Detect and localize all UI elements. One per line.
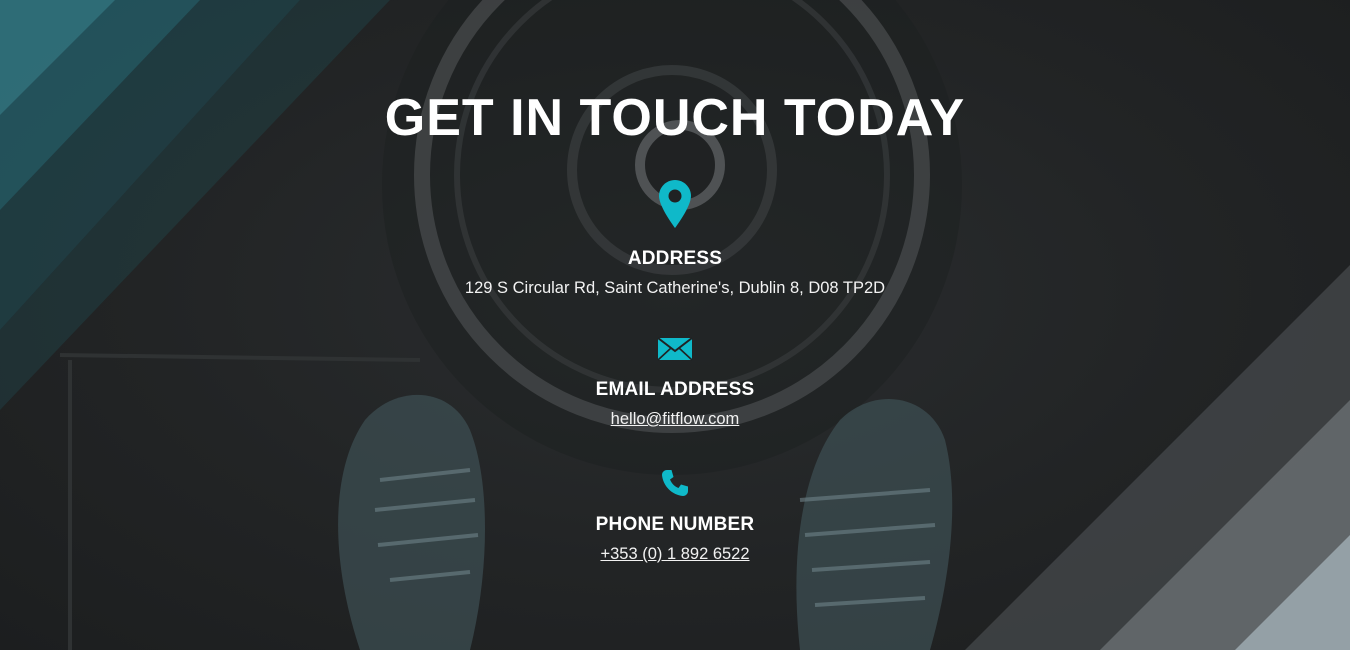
contact-hero: GET IN TOUCH TODAY ADDRESS 129 S Circula… — [0, 0, 1350, 650]
phone-link[interactable]: +353 (0) 1 892 6522 — [0, 543, 1350, 565]
contact-content: GET IN TOUCH TODAY ADDRESS 129 S Circula… — [0, 0, 1350, 650]
map-pin-icon — [659, 180, 691, 228]
page-title: GET IN TOUCH TODAY — [384, 89, 966, 147]
address-label: ADDRESS — [627, 248, 723, 269]
phone-label: PHONE NUMBER — [595, 514, 755, 535]
address-block: ADDRESS 129 S Circular Rd, Saint Catheri… — [0, 180, 1350, 299]
email-block: EMAIL ADDRESS hello@fitflow.com — [0, 337, 1350, 430]
email-link[interactable]: hello@fitflow.com — [0, 408, 1350, 430]
address-value: 129 S Circular Rd, Saint Catherine's, Du… — [464, 279, 886, 297]
phone-icon — [662, 470, 688, 496]
email-label: EMAIL ADDRESS — [595, 379, 755, 400]
phone-block: PHONE NUMBER +353 (0) 1 892 6522 — [0, 468, 1350, 565]
envelope-icon — [657, 337, 693, 361]
